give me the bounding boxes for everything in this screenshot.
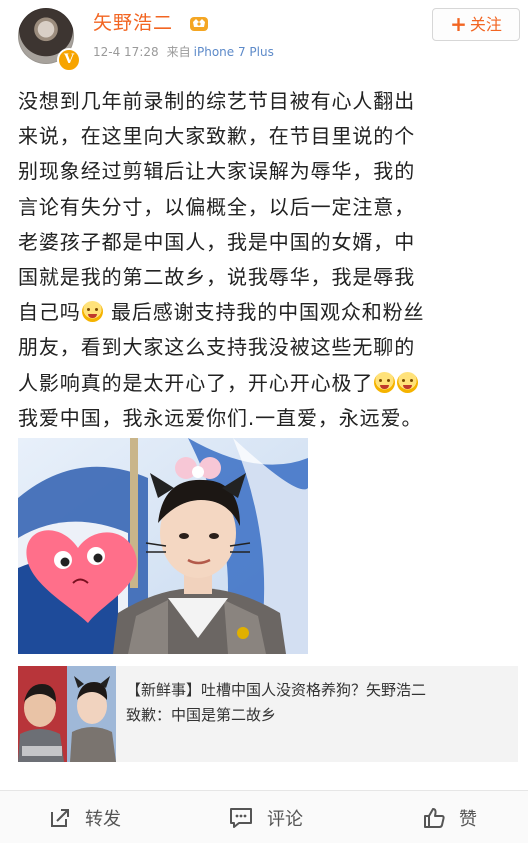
weibo-post-screen: V 矢野浩二 12-4 17:28 来自 iPhone 7 Plus + 关注 没想到… (0, 0, 528, 843)
comment-icon (230, 807, 252, 828)
post-text-line: 国就是我的第二故乡，说我辱华，我是辱我 (18, 265, 416, 290)
like-button[interactable]: 赞 (423, 791, 477, 843)
post-text-line: 老婆孩子都是中国人，我是中国的女婿，中 (18, 229, 416, 254)
post-text-line: 别现象经过剪辑后让大家误解为辱华，我的 (18, 159, 416, 184)
post-text-segment: 自己吗 (18, 300, 81, 325)
plus-icon: + (450, 12, 467, 36)
post-text-line: 来说，在这里向大家致歉，在节目里说的个 (18, 124, 416, 149)
follow-button-label: 关注 (469, 15, 502, 34)
crying-laugh-emoji-icon (81, 301, 103, 323)
post-text-line: 自己吗 最后感谢支持我的中国观众和粉丝 (18, 295, 518, 330)
post-text-line: 人影响真的是太开心了，开心开心极了 (18, 366, 518, 401)
repost-label: 转发 (85, 808, 121, 830)
post-text: 没想到几年前录制的综艺节目被有心人翻出 来说，在这里向大家致歉，在节目里说的个 … (18, 84, 518, 436)
source-prefix: 来自 (166, 45, 191, 59)
post-text-line: 我爱中国，我永远爱你们.一直爱，永远爱。 (18, 405, 423, 430)
post-text-segment: 人影响真的是太开心了，开心开心极了 (18, 370, 374, 395)
post-meta: 12-4 17:28 来自 iPhone 7 Plus (93, 44, 274, 60)
scream-emoji-icon (397, 371, 419, 393)
repost-button[interactable]: 转发 (49, 791, 121, 843)
post-text-line: 言论有失分寸，以偏概全，以后一定注意， (18, 194, 416, 219)
link-card-title: 【新鲜事】吐槽中国人没资格养狗？矢野浩二 致歉：中国是第二故乡 (126, 681, 427, 724)
follow-button[interactable]: + 关注 (432, 8, 520, 41)
vip-crown-icon (190, 17, 208, 31)
comment-label: 评论 (267, 808, 303, 830)
verified-badge-icon: V (57, 48, 81, 72)
post-timestamp: 12-4 17:28 (93, 45, 159, 59)
like-label: 赞 (459, 808, 477, 830)
scream-emoji-icon (374, 371, 396, 393)
link-card-thumbnail (18, 666, 116, 762)
username[interactable]: 矢野浩二 (93, 10, 173, 36)
post-photo-illustration (18, 438, 308, 654)
post-text-line: 没想到几年前录制的综艺节目被有心人翻出 (18, 89, 416, 113)
post-text-line: 朋友，看到大家这么支持我没被这些无聊的 (18, 335, 416, 360)
shared-link-card[interactable]: 【新鲜事】吐槽中国人没资格养狗？矢野浩二 致歉：中国是第二故乡 (18, 666, 518, 762)
post-photo[interactable] (18, 438, 308, 654)
link-card-thumbnail-image (18, 666, 116, 762)
post-source-link[interactable]: iPhone 7 Plus (194, 45, 274, 59)
thumbs-up-icon (424, 807, 445, 828)
comment-button[interactable]: 评论 (229, 791, 303, 843)
post-text-segment: 最后感谢支持我的中国观众和粉丝 (103, 300, 425, 325)
action-toolbar: 转发 评论 赞 (0, 790, 528, 843)
repost-icon (51, 808, 69, 827)
